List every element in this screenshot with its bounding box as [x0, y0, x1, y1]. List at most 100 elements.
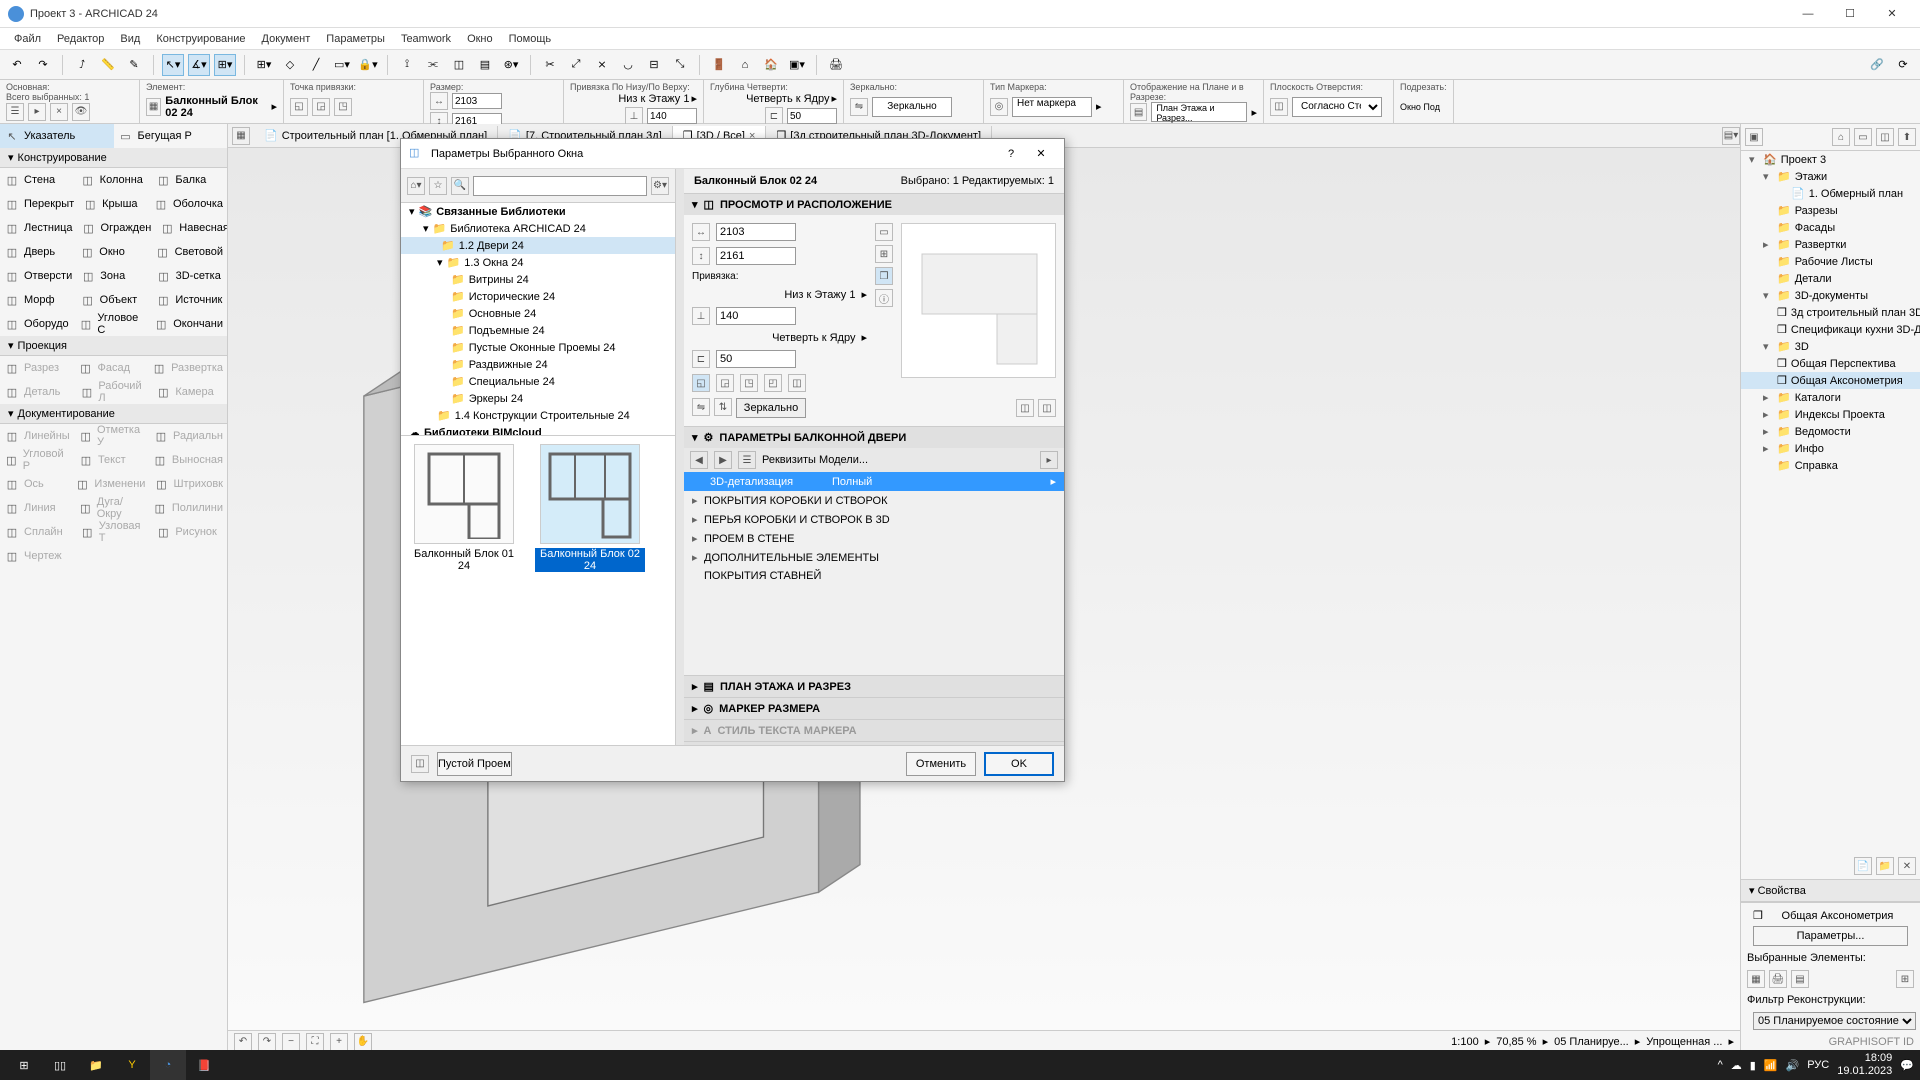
start-button[interactable]: ⊞: [6, 1050, 42, 1080]
tool-фасад[interactable]: ◫Фасад: [74, 356, 148, 380]
view-grid-icon[interactable]: ⊞: [875, 245, 893, 263]
quarter-btn[interactable]: ▸: [861, 331, 867, 344]
tool-отметка у[interactable]: ◫Отметка У: [75, 424, 150, 448]
sel-arrow-icon[interactable]: ▸: [28, 103, 46, 121]
nav-worksheet-icon[interactable]: ▣: [1745, 128, 1763, 146]
resize-icon[interactable]: ⤡: [669, 54, 691, 76]
acrobat-icon[interactable]: 📕: [186, 1050, 222, 1080]
dim-icon[interactable]: ⫘: [422, 54, 444, 76]
marker-select[interactable]: Нет маркера: [1012, 97, 1092, 117]
tree-historic[interactable]: 📁Исторические 24: [401, 288, 675, 305]
anchor-pos-1[interactable]: ◱: [692, 374, 710, 392]
page-list-icon[interactable]: ☰: [738, 451, 756, 469]
tool-стена[interactable]: ◫Стена: [0, 168, 76, 192]
3d-detail-row[interactable]: 3D-детализация Полный ▸: [684, 472, 1064, 491]
intersect-icon[interactable]: ⨯: [591, 54, 613, 76]
snap-mode-icon[interactable]: ∡▾: [188, 54, 210, 76]
detail-dropdown-icon[interactable]: ▸: [1050, 475, 1056, 488]
tray-wifi-icon[interactable]: 📶: [1764, 1059, 1778, 1072]
next-page-icon[interactable]: ▶: [714, 451, 732, 469]
anchor-ref-btn[interactable]: ▸: [691, 92, 697, 105]
tab-overflow-icon[interactable]: ▤▾: [1722, 127, 1740, 145]
projection-header[interactable]: ▾Проекция: [0, 336, 227, 356]
menu-options[interactable]: Параметры: [318, 31, 393, 47]
design-header[interactable]: ▾Конструирование: [0, 148, 227, 168]
tree-showcases[interactable]: 📁Витрины 24: [401, 271, 675, 288]
tree-basic[interactable]: 📁Основные 24: [401, 305, 675, 322]
favorite-icon[interactable]: ☆: [429, 177, 447, 195]
tray-up-icon[interactable]: ^: [1718, 1059, 1723, 1071]
mirror-button[interactable]: Зеркально: [872, 97, 952, 117]
plan-section-hdr[interactable]: ▸▤ПЛАН ЭТАЖА И РАЗРЕЗ: [684, 676, 1064, 697]
element-dropdown-icon[interactable]: ▸: [271, 100, 277, 113]
menu-design[interactable]: Конструирование: [148, 31, 253, 47]
plan-icon[interactable]: ▤: [1130, 103, 1147, 121]
tool-текст[interactable]: ◫Текст: [74, 448, 148, 472]
redo-icon[interactable]: ↷: [32, 54, 54, 76]
menu-help[interactable]: Помощь: [501, 31, 560, 47]
anchor-icon-1[interactable]: ◱: [290, 98, 308, 116]
nav-view-icon[interactable]: ▭: [1854, 128, 1872, 146]
next-icon[interactable]: ▸: [1040, 451, 1058, 469]
tool-штриховк[interactable]: ◫Штриховк: [149, 472, 227, 496]
dialog-help-icon[interactable]: ?: [996, 148, 1026, 160]
preview-section-header[interactable]: ▾◫ПРОСМОТР И РАСПОЛОЖЕНИЕ: [684, 194, 1064, 215]
print-icon[interactable]: 🖨: [825, 54, 847, 76]
layer-icon[interactable]: ☰: [6, 103, 24, 121]
documentation-header[interactable]: ▾Документирование: [0, 404, 227, 424]
params-button[interactable]: Параметры...: [1753, 926, 1908, 946]
nav-sections[interactable]: 📁 Разрезы: [1741, 202, 1920, 219]
tool-зона[interactable]: ◫Зона: [76, 264, 151, 288]
cam-icon[interactable]: ⊛▾: [500, 54, 522, 76]
dialog-splitter[interactable]: [676, 169, 684, 745]
tool-рисунок[interactable]: ◫Рисунок: [151, 520, 227, 544]
tool-источник[interactable]: ◫Источник: [151, 288, 227, 312]
prop-pens[interactable]: ▸ПЕРЬЯ КОРОБКИ И СТВОРОК В 3D: [684, 510, 1064, 529]
dlg-width-input[interactable]: [716, 223, 796, 241]
anchor-pos-2[interactable]: ◲: [716, 374, 734, 392]
menu-edit[interactable]: Редактор: [49, 31, 112, 47]
renovation-filter-select[interactable]: 05 Планируемое состояние: [1753, 1012, 1916, 1030]
empty-opening-button[interactable]: Пустой Проем: [437, 752, 512, 776]
tool-чертеж[interactable]: ◫Чертеж: [0, 544, 76, 568]
nav-story1[interactable]: 📄 1. Обмерный план: [1741, 185, 1920, 202]
tray-lang[interactable]: РУС: [1807, 1059, 1829, 1071]
library-search-input[interactable]: [473, 176, 647, 196]
maximize-button[interactable]: ☐: [1830, 2, 1870, 26]
trim-icon[interactable]: ✂: [539, 54, 561, 76]
tree-bimcloud[interactable]: ☁Библиотеки BIMcloud: [401, 424, 675, 435]
tool-дуга/окру[interactable]: ◫Дуга/Окру: [74, 496, 148, 520]
door-left-icon[interactable]: ◫: [1016, 399, 1034, 417]
zoom-undo-icon[interactable]: ↶: [234, 1033, 252, 1051]
tool-балка[interactable]: ◫Балка: [151, 168, 227, 192]
text-section-hdr[interactable]: ▸AСТИЛЬ ТЕКСТА МАРКЕРА: [684, 720, 1064, 741]
nav-axo[interactable]: ❒ Общая Аксонометрия: [1741, 372, 1920, 389]
nav-publish-icon[interactable]: ⬆: [1898, 128, 1916, 146]
anchor-btn[interactable]: ▸: [861, 288, 867, 301]
style-status[interactable]: Упрощенная ...: [1646, 1036, 1722, 1048]
door-icon[interactable]: 🚪: [708, 54, 730, 76]
menu-view[interactable]: Вид: [112, 31, 148, 47]
nav-3ddocs[interactable]: ▾📁 3D-документы: [1741, 287, 1920, 304]
dlg-mirror-button[interactable]: Зеркально: [736, 398, 806, 418]
yandex-icon[interactable]: Y: [114, 1050, 150, 1080]
win-icon[interactable]: ▣▾: [786, 54, 808, 76]
tool-огражден[interactable]: ◫Огражден: [77, 216, 156, 240]
prev-page-icon[interactable]: ◀: [690, 451, 708, 469]
sect-icon[interactable]: ◫: [448, 54, 470, 76]
empty-opening-icon[interactable]: ◫: [411, 755, 429, 773]
tool-линейны[interactable]: ◫Линейны: [0, 424, 75, 448]
tree-arch24[interactable]: ▾📁Библиотека ARCHICAD 24: [401, 220, 675, 237]
opening-select[interactable]: Согласно Стене: [1292, 97, 1382, 117]
quarter-input[interactable]: [787, 108, 837, 124]
pencil-icon[interactable]: ✎: [123, 54, 145, 76]
tool-выносная[interactable]: ◫Выносная: [148, 448, 227, 472]
tree-linked-libs[interactable]: ▾📚Связанные Библиотеки: [401, 203, 675, 220]
tree-bay[interactable]: 📁Эркеры 24: [401, 390, 675, 407]
tool-дверь[interactable]: ◫Дверь: [0, 240, 75, 264]
split-icon[interactable]: ⊟: [643, 54, 665, 76]
elem-more-icon[interactable]: ⊞: [1896, 970, 1914, 988]
nav-help[interactable]: 📁 Справка: [1741, 457, 1920, 474]
sel-eye-icon[interactable]: 👁: [72, 103, 90, 121]
sill-input[interactable]: [647, 108, 697, 124]
